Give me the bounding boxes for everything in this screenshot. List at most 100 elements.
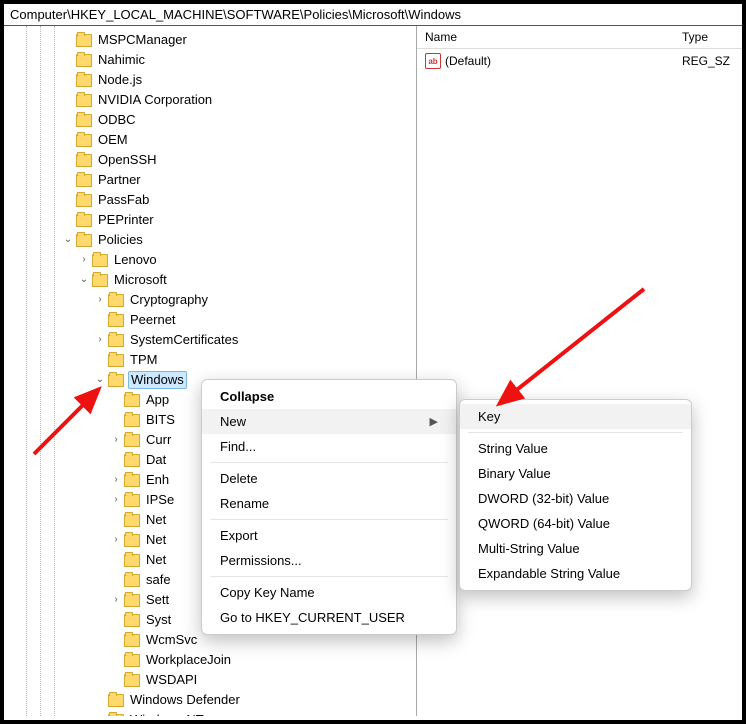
folder-icon <box>76 194 92 207</box>
submenu-key[interactable]: Key <box>460 404 691 429</box>
tree-node[interactable]: WSDAPI <box>4 670 416 690</box>
menu-separator <box>468 432 683 433</box>
tree-label: Lenovo <box>112 250 159 270</box>
folder-icon <box>124 494 140 507</box>
tree-label: Net <box>144 550 168 570</box>
value-type: REG_SZ <box>682 54 742 68</box>
tree-label: ODBC <box>96 110 138 130</box>
address-bar[interactable]: Computer\HKEY_LOCAL_MACHINE\SOFTWARE\Pol… <box>4 4 742 26</box>
tree-node[interactable]: WorkplaceJoin <box>4 650 416 670</box>
tree-label: PEPrinter <box>96 210 156 230</box>
tree-label: Node.js <box>96 70 144 90</box>
tree-label: Partner <box>96 170 143 190</box>
tree-label: IPSe <box>144 490 176 510</box>
submenu-qword[interactable]: QWORD (64-bit) Value <box>460 511 691 536</box>
chevron-right-icon[interactable]: › <box>110 530 122 550</box>
folder-icon <box>124 674 140 687</box>
tree-label: Net <box>144 510 168 530</box>
menu-permissions[interactable]: Permissions... <box>202 548 456 573</box>
tree-node[interactable]: ⌄Policies <box>4 230 416 250</box>
menu-delete[interactable]: Delete <box>202 466 456 491</box>
chevron-down-icon[interactable]: ⌄ <box>94 370 106 390</box>
folder-icon <box>108 354 124 367</box>
value-row[interactable]: ab (Default) REG_SZ <box>417 49 742 73</box>
menu-find[interactable]: Find... <box>202 434 456 459</box>
folder-icon <box>76 54 92 67</box>
chevron-right-icon: ▶ <box>430 415 438 428</box>
tree-node[interactable]: PEPrinter <box>4 210 416 230</box>
value-header[interactable]: Name Type <box>417 26 742 49</box>
tree-node[interactable]: ODBC <box>4 110 416 130</box>
tree-label: Net <box>144 530 168 550</box>
chevron-right-icon[interactable]: › <box>110 590 122 610</box>
tree-node[interactable]: ⌄ Microsoft <box>4 270 416 290</box>
tree-label: Syst <box>144 610 173 630</box>
folder-icon <box>76 74 92 87</box>
tree-node[interactable]: Partner <box>4 170 416 190</box>
tree-label: OpenSSH <box>96 150 159 170</box>
tree-label: Dat <box>144 450 168 470</box>
tree-node[interactable]: ›Cryptography <box>4 290 416 310</box>
folder-icon <box>124 414 140 427</box>
tree-node[interactable]: ›SystemCertificates <box>4 330 416 350</box>
folder-icon <box>124 394 140 407</box>
tree-label: OEM <box>96 130 130 150</box>
tree-node[interactable]: Node.js <box>4 70 416 90</box>
chevron-right-icon[interactable]: › <box>94 330 106 350</box>
tree-label: Microsoft <box>112 270 169 290</box>
tree-node[interactable]: PassFab <box>4 190 416 210</box>
submenu-expstring[interactable]: Expandable String Value <box>460 561 691 586</box>
submenu-binary[interactable]: Binary Value <box>460 461 691 486</box>
submenu-dword[interactable]: DWORD (32-bit) Value <box>460 486 691 511</box>
col-name[interactable]: Name <box>425 30 682 44</box>
value-pane[interactable]: Name Type ab (Default) REG_SZ <box>417 26 742 716</box>
tree-node[interactable]: Nahimic <box>4 50 416 70</box>
menu-copy-key-name[interactable]: Copy Key Name <box>202 580 456 605</box>
menu-goto-hkcu[interactable]: Go to HKEY_CURRENT_USER <box>202 605 456 630</box>
folder-icon <box>124 614 140 627</box>
chevron-down-icon[interactable]: ⌄ <box>78 270 90 290</box>
folder-icon <box>76 174 92 187</box>
submenu-string[interactable]: String Value <box>460 436 691 461</box>
menu-collapse[interactable]: Collapse <box>202 384 456 409</box>
menu-separator <box>210 576 448 577</box>
menu-new[interactable]: New▶ <box>202 409 456 434</box>
context-menu: Collapse New▶ Find... Delete Rename Expo… <box>201 379 457 635</box>
tree-node[interactable]: Peernet <box>4 310 416 330</box>
folder-icon <box>124 594 140 607</box>
tree-label: App <box>144 390 171 410</box>
tree-node[interactable]: OpenSSH <box>4 150 416 170</box>
menu-rename[interactable]: Rename <box>202 491 456 516</box>
folder-icon <box>124 534 140 547</box>
folder-icon <box>108 374 124 387</box>
tree-node[interactable]: Windows NT <box>4 710 416 716</box>
menu-separator <box>210 462 448 463</box>
chevron-right-icon[interactable]: › <box>94 290 106 310</box>
tree-node[interactable]: OEM <box>4 130 416 150</box>
folder-icon <box>76 154 92 167</box>
submenu-multistring[interactable]: Multi-String Value <box>460 536 691 561</box>
tree-node[interactable]: MSPCManager <box>4 30 416 50</box>
chevron-right-icon[interactable]: › <box>110 470 122 490</box>
folder-icon <box>108 294 124 307</box>
folder-icon <box>76 114 92 127</box>
folder-icon <box>124 574 140 587</box>
folder-icon <box>92 274 108 287</box>
chevron-right-icon[interactable]: › <box>78 250 90 270</box>
folder-icon <box>92 254 108 267</box>
chevron-right-icon[interactable]: › <box>110 490 122 510</box>
folder-icon <box>108 694 124 707</box>
tree-node[interactable]: › Lenovo <box>4 250 416 270</box>
tree-node[interactable]: TPM <box>4 350 416 370</box>
col-type[interactable]: Type <box>682 30 742 44</box>
tree-node[interactable]: NVIDIA Corporation <box>4 90 416 110</box>
tree-label: Windows NT <box>128 710 206 716</box>
tree-label: Curr <box>144 430 173 450</box>
chevron-down-icon[interactable]: ⌄ <box>62 230 74 250</box>
chevron-right-icon[interactable]: › <box>110 430 122 450</box>
tree-label: Enh <box>144 470 171 490</box>
folder-icon <box>124 654 140 667</box>
menu-export[interactable]: Export <box>202 523 456 548</box>
tree-node[interactable]: Windows Defender <box>4 690 416 710</box>
folder-icon <box>76 134 92 147</box>
